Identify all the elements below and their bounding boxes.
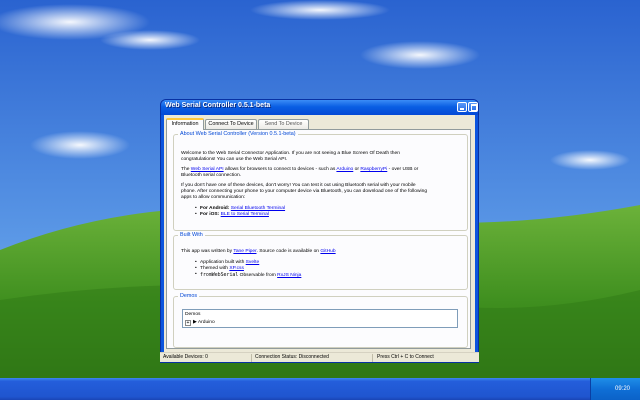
ios-app-item: For iOS: BLE to Serial Terminal bbox=[195, 212, 269, 218]
about-paragraph-2: The Web Serial API allows for browsers t… bbox=[181, 167, 419, 178]
about-paragraph-3: If you don't have one of these devices, … bbox=[181, 183, 428, 200]
window-title: Web Serial Controller 0.5.1-beta bbox=[165, 102, 271, 109]
status-available-devices: Available Devices: 0 bbox=[163, 354, 208, 360]
tab-connect-to-device[interactable]: Connect To Device bbox=[205, 119, 257, 129]
serial-bluetooth-terminal-link[interactable]: Serial Bluetooth Terminal bbox=[231, 206, 285, 211]
demos-tree[interactable]: Demos + ▶ Arduino bbox=[182, 309, 458, 328]
status-separator bbox=[251, 354, 252, 362]
arduino-link[interactable]: Arduino bbox=[336, 167, 353, 172]
svelte-link[interactable]: Svelte bbox=[246, 260, 260, 265]
about-legend: About Web Serial Controller (Version 0.5… bbox=[180, 131, 296, 137]
github-link[interactable]: GitHub bbox=[320, 249, 335, 254]
minimize-icon[interactable] bbox=[457, 102, 467, 112]
demos-legend: Demos bbox=[180, 293, 198, 299]
window-titlebar[interactable]: Web Serial Controller 0.5.1-beta bbox=[161, 100, 478, 115]
status-connection: Connection Status: Disconnected bbox=[255, 354, 329, 360]
taskbar: 09:20 bbox=[0, 378, 640, 400]
built-item-rxjs: fromWebSerial Observable from RxJS Ninja bbox=[195, 272, 301, 279]
web-serial-api-link[interactable]: Web Serial API bbox=[191, 167, 224, 172]
tane-piper-link[interactable]: Tane Piper bbox=[233, 249, 256, 254]
rxjs-ninja-link[interactable]: RxJS Ninja bbox=[277, 273, 301, 278]
tab-send-to-device[interactable]: Send To Device bbox=[258, 119, 309, 129]
ble-to-serial-terminal-link[interactable]: BLE to Serial Terminal bbox=[221, 212, 269, 217]
xpcss-link[interactable]: XP.css bbox=[229, 266, 244, 271]
maximize-icon[interactable] bbox=[468, 102, 478, 112]
demos-tree-header: Demos bbox=[185, 312, 201, 317]
status-hint: Press Ctrl + C to Connect bbox=[377, 354, 434, 360]
status-separator bbox=[372, 354, 373, 362]
raspberrypi-link[interactable]: RaspberryPi bbox=[360, 167, 387, 172]
built-with-legend: Built With bbox=[180, 232, 203, 238]
expand-icon[interactable]: + bbox=[185, 320, 191, 326]
about-paragraph-1: Welcome to the Web Serial Connector Appl… bbox=[181, 151, 400, 162]
demo-item-arduino[interactable]: ▶ Arduino bbox=[193, 320, 215, 326]
tab-information[interactable]: Information bbox=[166, 118, 204, 130]
clock[interactable]: 09:20 bbox=[615, 386, 630, 392]
status-bar: Available Devices: 0 Connection Status: … bbox=[160, 352, 479, 362]
built-with-author: This app was written by Tane Piper. Sour… bbox=[181, 249, 336, 254]
system-tray: 09:20 bbox=[590, 378, 640, 400]
